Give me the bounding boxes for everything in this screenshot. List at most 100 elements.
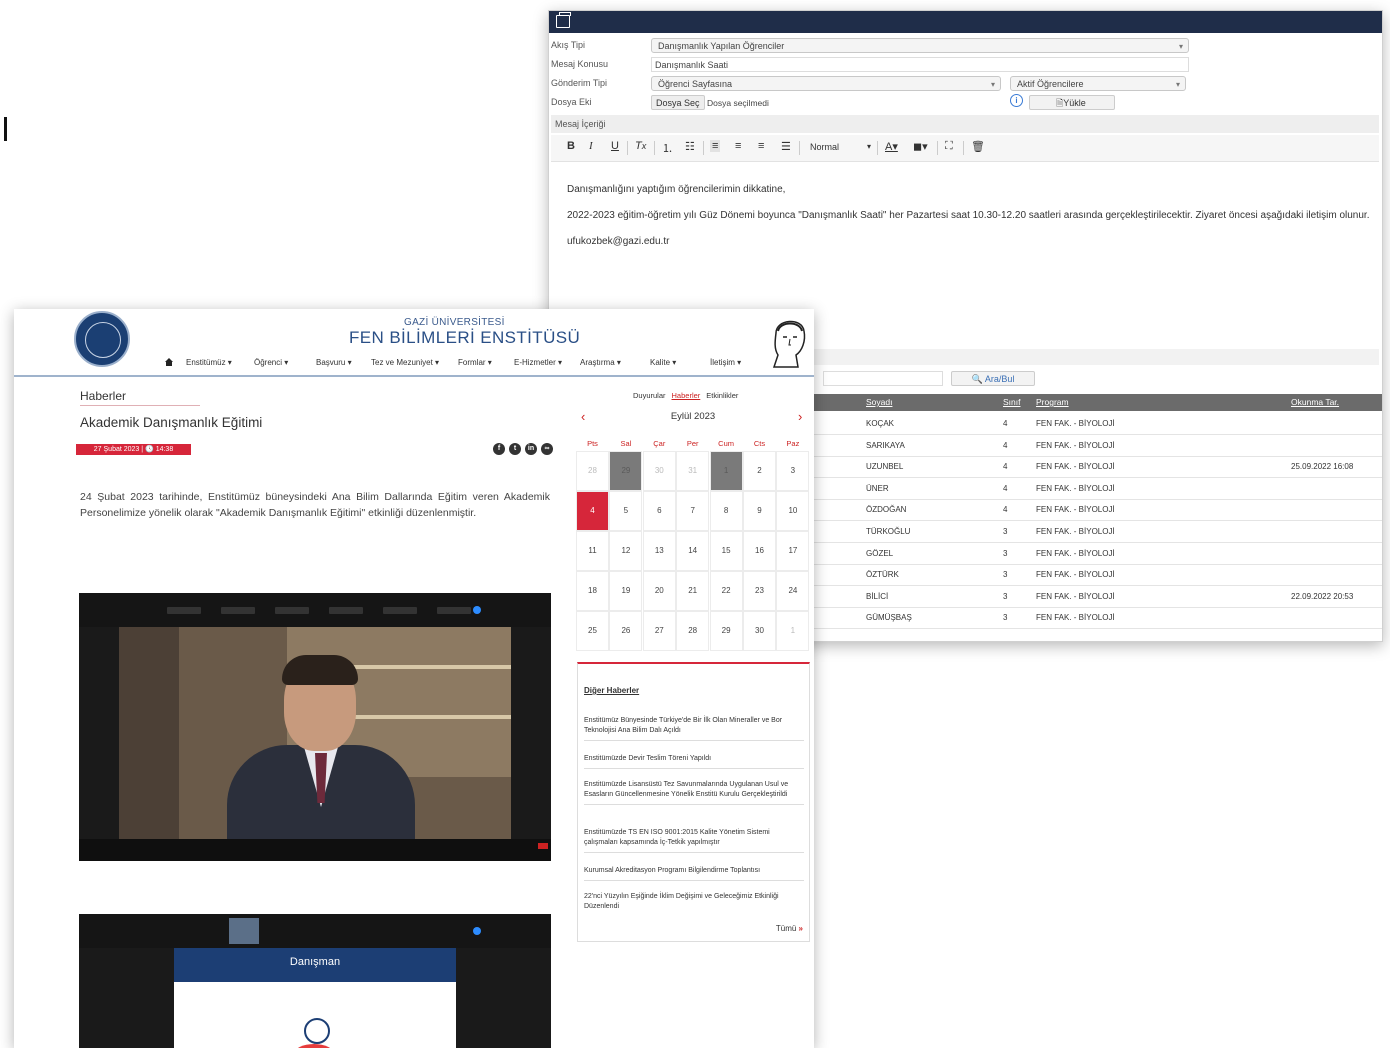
university-logo[interactable] — [74, 311, 130, 367]
underline-button[interactable]: U — [611, 140, 619, 152]
column-header[interactable]: Program — [1036, 397, 1069, 407]
nav-item-tez[interactable]: Tez ve Mezuniyet ▾ — [371, 358, 439, 367]
nav-item-iletisim[interactable]: İletişim ▾ — [710, 358, 741, 367]
home-icon[interactable] — [164, 357, 174, 367]
calendar-day[interactable]: 14 — [676, 531, 710, 571]
calendar-day[interactable]: 17 — [776, 531, 810, 571]
align-left-icon[interactable]: ≡ — [710, 140, 721, 152]
link-icon[interactable]: ∞ — [541, 443, 553, 455]
news-link[interactable]: Kurumsal Akreditasyon Programı Bilgilend… — [584, 866, 804, 881]
other-news-title[interactable]: Diğer Haberler — [584, 686, 639, 695]
news-link[interactable]: 22'nci Yüzyılın Eşiğinde İklim Değişimi … — [584, 892, 804, 916]
calendar-day[interactable]: 22 — [709, 571, 743, 611]
nav-item-ogrenci[interactable]: Öğrenci ▾ — [254, 358, 288, 367]
calendar-day[interactable]: 3 — [776, 451, 810, 491]
table-row[interactable]: TÜRKOĞLU 3 FEN FAK. - BİYOLOJİ — [814, 521, 1382, 543]
info-icon[interactable]: i — [1010, 94, 1023, 107]
calendar-day[interactable]: 5 — [609, 491, 643, 531]
bullet-list-icon[interactable]: ☷ — [685, 140, 695, 153]
table-row[interactable]: GÜMÜŞBAŞ 3 FEN FAK. - BİYOLOJİ — [814, 607, 1382, 630]
ordered-list-icon[interactable]: ⒈ — [662, 140, 673, 156]
calendar-day[interactable]: 4 — [576, 491, 609, 531]
calendar-day[interactable]: 24 — [776, 571, 810, 611]
nav-item-kalite[interactable]: Kalite ▾ — [650, 358, 676, 367]
table-row[interactable]: BİLİCİ 3 FEN FAK. - BİYOLOJİ 22.09.2022 20:… — [814, 586, 1382, 608]
tab-haberler[interactable]: Haberler — [672, 391, 701, 400]
column-header[interactable]: Soyadı — [866, 397, 892, 407]
table-row[interactable]: ÖZDOĞAN 4 FEN FAK. - BİYOLOJİ — [814, 499, 1382, 522]
align-center-icon[interactable]: ≡ — [735, 140, 741, 152]
news-link[interactable]: Enstitümüz Bünyesinde Türkiye'de Bir İlk… — [584, 716, 804, 741]
table-row[interactable]: SARIKAYA 4 FEN FAK. - BİYOLOJİ — [814, 435, 1382, 457]
mesaj-konusu-input[interactable]: Danışmanlık Saati — [651, 57, 1189, 72]
search-input[interactable] — [823, 371, 943, 386]
nav-item-formlar[interactable]: Formlar ▾ — [458, 358, 492, 367]
calendar-day[interactable]: 10 — [776, 491, 810, 531]
calendar-day[interactable]: 11 — [576, 531, 609, 571]
calendar-day[interactable]: 8 — [709, 491, 743, 531]
calendar-day[interactable]: 29 — [709, 611, 743, 651]
nav-item-basvuru[interactable]: Başvuru ▾ — [316, 358, 352, 367]
calendar-day[interactable]: 30 — [642, 451, 676, 491]
bold-button[interactable]: B — [567, 140, 575, 152]
column-header[interactable]: Sınıf — [1003, 397, 1020, 407]
message-editor[interactable]: Danışmanlığını yaptığım öğrencilerimin d… — [567, 181, 1379, 259]
calendar-day[interactable]: 28 — [676, 611, 710, 651]
calendar-day[interactable]: 28 — [576, 451, 609, 491]
nav-item-ehizmetler[interactable]: E-Hizmetler ▾ — [514, 358, 562, 367]
clear-format-button[interactable]: Tx — [635, 140, 646, 152]
fullscreen-icon[interactable]: ⛶ — [945, 140, 953, 153]
calendar-day[interactable]: 1 — [709, 451, 743, 491]
nav-item-arastirma[interactable]: Araştırma ▾ — [580, 358, 621, 367]
gonderim-tipi-select[interactable]: Öğrenci Sayfasına ▾ — [651, 76, 1001, 91]
calendar-day[interactable]: 25 — [576, 611, 609, 651]
hedef-ogrenci-select[interactable]: Aktif Öğrencilere ▾ — [1010, 76, 1186, 91]
calendar-day[interactable]: 16 — [743, 531, 776, 571]
calendar-day[interactable]: 29 — [609, 451, 643, 491]
twitter-icon[interactable]: t — [509, 443, 521, 455]
calendar-day[interactable]: 13 — [642, 531, 676, 571]
align-justify-icon[interactable]: ☰ — [781, 140, 791, 153]
calendar-day[interactable]: 26 — [609, 611, 643, 651]
all-news-link[interactable]: Tümü » — [776, 924, 803, 933]
calendar-day[interactable]: 7 — [676, 491, 710, 531]
news-link[interactable]: Enstitümüzde Lisansüstü Tez Savunmaların… — [584, 780, 804, 805]
column-header[interactable]: Okunma Tar. — [1291, 397, 1339, 407]
italic-button[interactable]: I — [589, 140, 593, 152]
calendar-day[interactable]: 9 — [743, 491, 776, 531]
table-row[interactable]: ÖZTÜRK 3 FEN FAK. - BİYOLOJİ — [814, 564, 1382, 587]
calendar-day[interactable]: 21 — [676, 571, 710, 611]
calendar-day[interactable]: 6 — [642, 491, 676, 531]
calendar-day[interactable]: 12 — [609, 531, 643, 571]
calendar-day[interactable]: 19 — [609, 571, 643, 611]
news-link[interactable]: Enstitümüzde Devir Teslim Töreni Yapıldı — [584, 754, 804, 769]
ara-bul-button[interactable]: 🔍 Ara/Bul — [951, 371, 1035, 386]
yukle-button[interactable]: 🗎Yükle — [1029, 95, 1115, 110]
akis-tipi-select[interactable]: Danışmanlık Yapılan Öğrenciler ▾ — [651, 38, 1189, 53]
facebook-icon[interactable]: f — [493, 443, 505, 455]
tab-etkinlikler[interactable]: Etkinlikler — [706, 391, 738, 400]
table-row[interactable]: GÖZEL 3 FEN FAK. - BİYOLOJİ — [814, 543, 1382, 565]
trash-icon[interactable]: 🗑 — [971, 140, 985, 153]
news-link[interactable]: Enstitümüzde TS EN ISO 9001:2015 Kalite … — [584, 828, 804, 853]
calendar-day[interactable]: 31 — [676, 451, 710, 491]
calendar-day[interactable]: 18 — [576, 571, 609, 611]
table-row[interactable]: ÜNER 4 FEN FAK. - BİYOLOJİ — [814, 478, 1382, 500]
text-color-icon[interactable]: A▾ — [885, 140, 898, 153]
calendar-day[interactable]: 20 — [642, 571, 676, 611]
align-right-icon[interactable]: ≡ — [758, 140, 764, 152]
format-select[interactable]: Normal — [810, 142, 839, 152]
linkedin-icon[interactable]: in — [525, 443, 537, 455]
calendar-day[interactable]: 23 — [743, 571, 776, 611]
table-row[interactable]: UZUNBEL 4 FEN FAK. - BİYOLOJİ 25.09.2022 16… — [814, 456, 1382, 479]
institute-name[interactable]: FEN BİLİMLERİ ENSTİTÜSÜ — [349, 328, 580, 348]
nav-item-enstitumuz[interactable]: Enstitümüz ▾ — [186, 358, 232, 367]
calendar-day[interactable]: 27 — [642, 611, 676, 651]
calendar-day[interactable]: 1 — [776, 611, 810, 651]
calendar-day[interactable]: 2 — [743, 451, 776, 491]
dosya-sec-button[interactable]: Dosya Seç — [651, 95, 705, 110]
table-row[interactable]: KOÇAK 4 FEN FAK. - BİYOLOJİ — [814, 413, 1382, 435]
calendar-day[interactable]: 30 — [743, 611, 776, 651]
calendar-day[interactable]: 15 — [709, 531, 743, 571]
bg-color-icon[interactable]: ◼▾ — [913, 140, 928, 153]
